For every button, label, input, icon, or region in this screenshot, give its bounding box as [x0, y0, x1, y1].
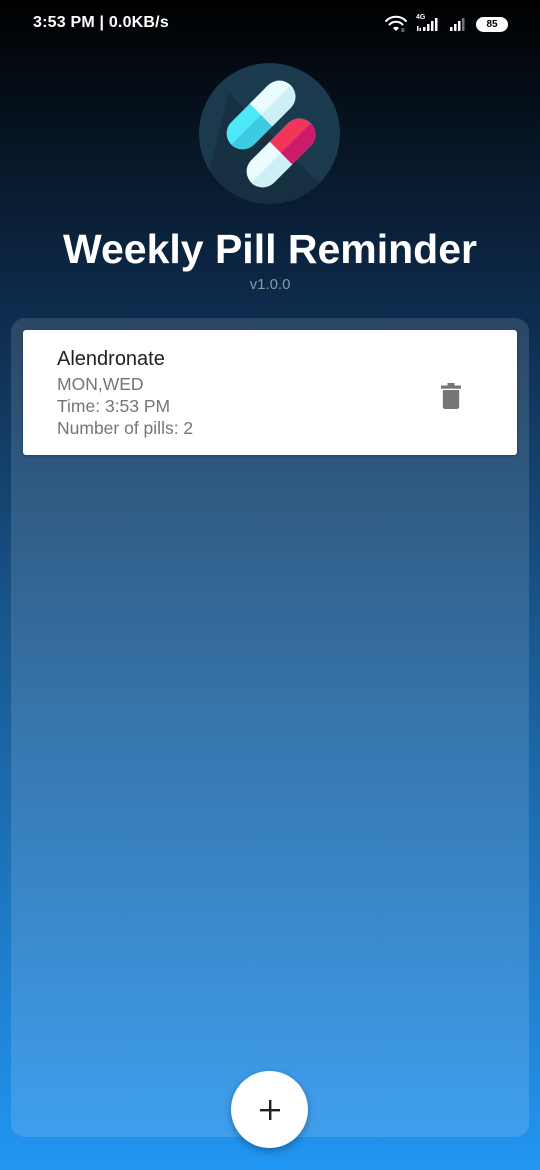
- reminder-days: MON,WED: [57, 374, 144, 394]
- reminder-pill-count: Number of pills: 2: [57, 418, 194, 438]
- battery-icon: 85: [476, 16, 508, 32]
- reminder-name: Alendronate: [57, 348, 165, 370]
- reminder-card[interactable]: Alendronate MON,WED Time: 3:53 PM Number…: [23, 330, 517, 455]
- app-version: v1.0.0: [249, 276, 291, 293]
- signal-icon: [450, 18, 465, 31]
- svg-text:≡: ≡: [401, 28, 405, 33]
- signal-icon: [417, 18, 438, 31]
- wifi-icon: ≡: [385, 15, 407, 33]
- status-time: 3:53 PM | 0.0KB/s: [33, 14, 169, 31]
- status-icons: ≡ 4G 85: [384, 13, 508, 35]
- app-title: Weekly Pill Reminder: [63, 226, 477, 272]
- app-logo: [199, 63, 340, 204]
- plus-icon: [259, 1099, 280, 1120]
- add-reminder-button[interactable]: [231, 1071, 308, 1148]
- trash-icon: [441, 383, 461, 409]
- pills-icon: [199, 63, 340, 204]
- signal-4g: 4G: [414, 14, 442, 33]
- status-bar: 3:53 PM | 0.0KB/s ≡ 4G 85: [0, 0, 540, 48]
- delete-reminder-button[interactable]: [433, 378, 469, 414]
- battery-level: 85: [486, 18, 498, 30]
- reminder-time: Time: 3:53 PM: [57, 396, 171, 416]
